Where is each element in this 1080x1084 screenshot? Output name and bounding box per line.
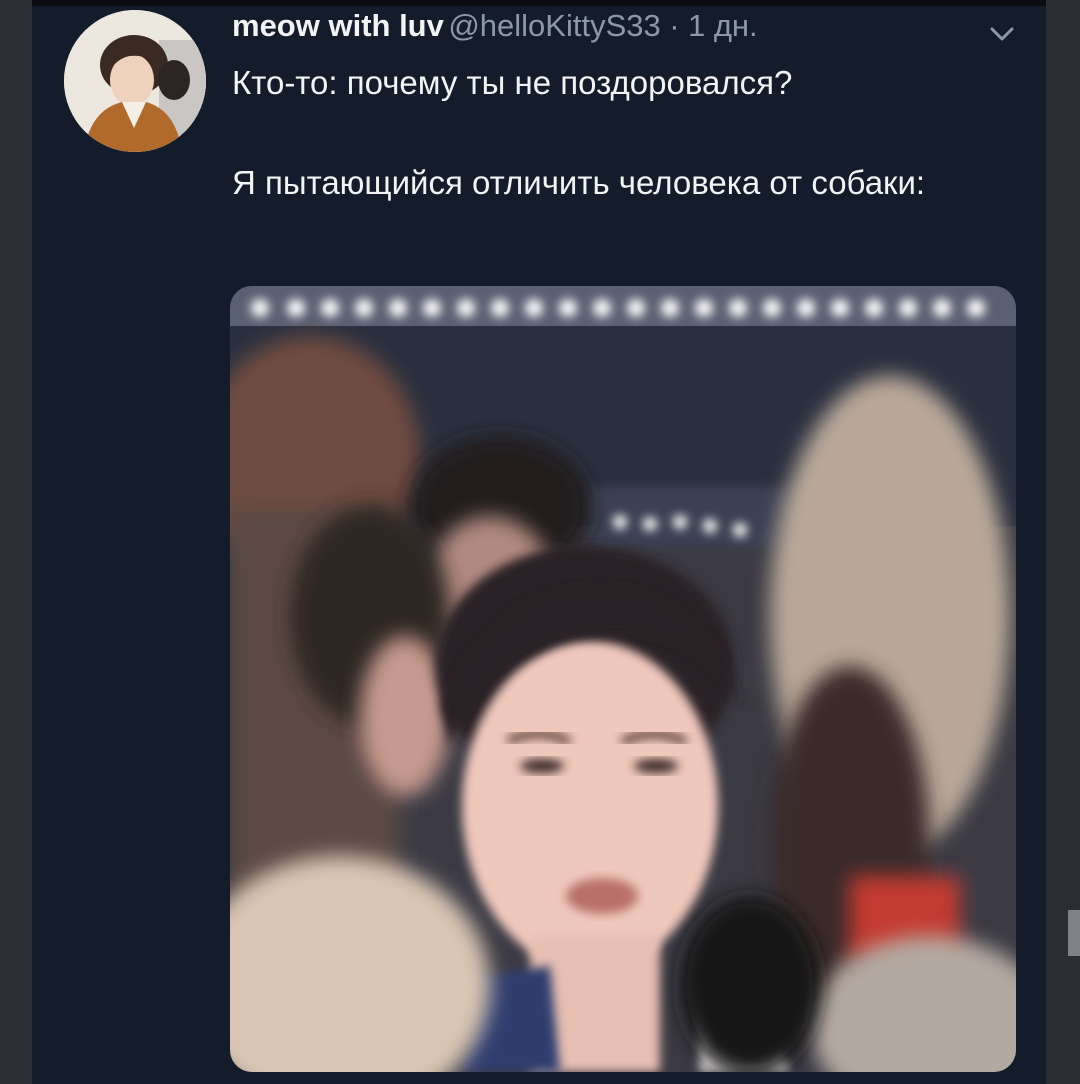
screen-bezel-left: [0, 0, 32, 1084]
tweet-header: meow with luv @helloKittyS33 · 1 дн.: [232, 8, 972, 48]
tweet-text: Кто-то: почему ты не поздоровался? Я пыт…: [232, 58, 972, 208]
avatar-image: [64, 10, 206, 152]
tweet-text-line: Кто-то: почему ты не поздоровался?: [232, 64, 793, 101]
display-name[interactable]: meow with luv: [232, 8, 444, 43]
media-photo: [230, 286, 1016, 1072]
separator-dot: ·: [669, 8, 680, 43]
tweet-text-line: Я пытающийся отличить человека от собаки…: [232, 164, 926, 201]
tweet-media-image[interactable]: [230, 286, 1016, 1072]
chevron-down-icon[interactable]: [986, 22, 1018, 46]
user-handle[interactable]: @helloKittyS33: [448, 8, 660, 43]
avatar[interactable]: [64, 10, 206, 152]
timestamp[interactable]: 1 дн.: [688, 8, 758, 43]
side-button: [1068, 910, 1080, 956]
